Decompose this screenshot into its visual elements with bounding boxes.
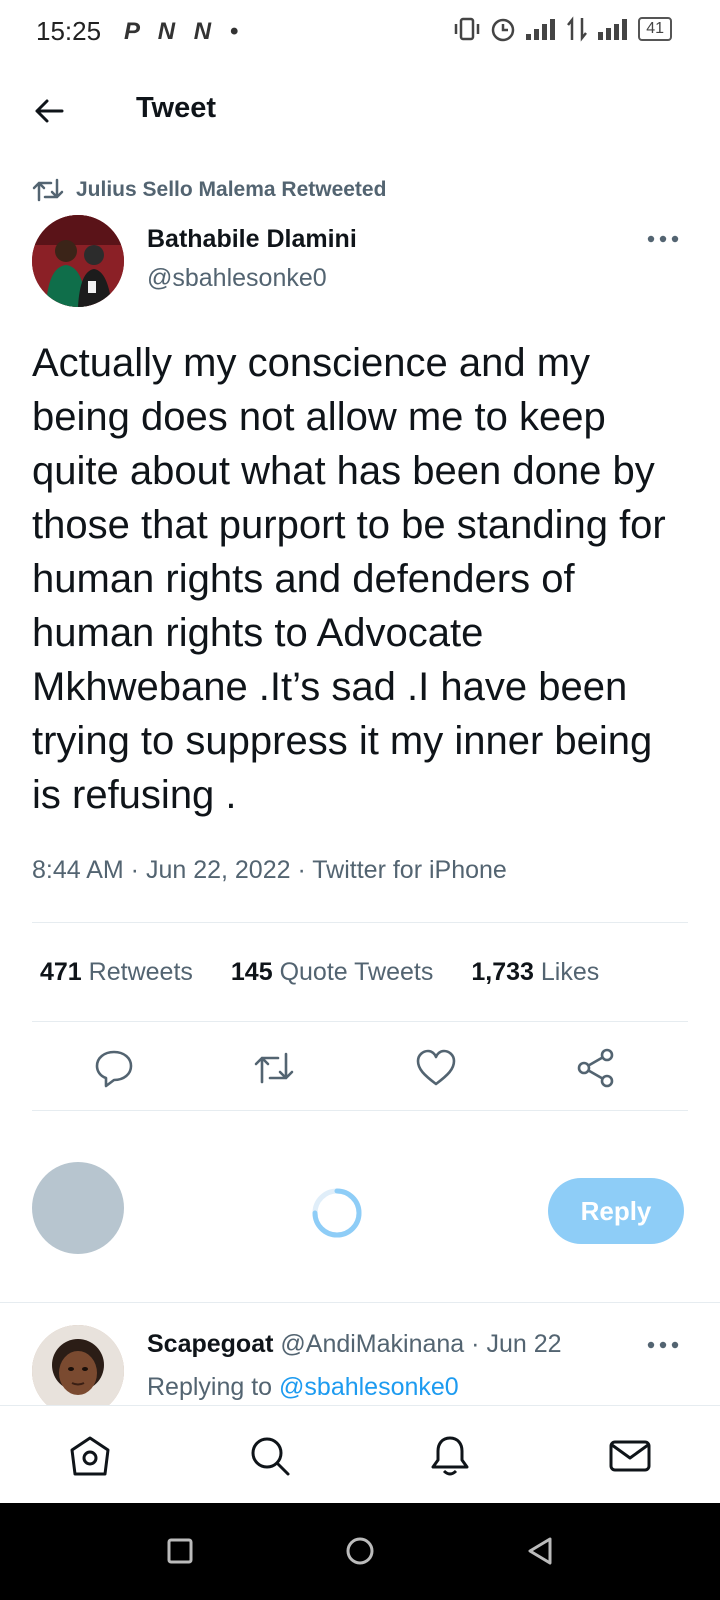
tweet-text: Actually my conscience and my being does… [32, 341, 666, 817]
recents-icon[interactable] [164, 1535, 196, 1567]
reply-date: · Jun 22 [471, 1330, 562, 1358]
author-photo [32, 215, 124, 307]
likes-label: Likes [540, 958, 600, 986]
replying-to-label: Replying to [147, 1373, 273, 1401]
reply-author-name[interactable]: Scapegoat [147, 1330, 273, 1358]
replying-to: Replying to @sbahlesonke0 [147, 1373, 459, 1402]
divider [32, 1021, 688, 1022]
quote-tweets-count: 145 [230, 958, 273, 986]
battery-icon: 41 [638, 17, 672, 41]
page-title: Tweet [136, 92, 217, 124]
replying-to-link[interactable]: @sbahlesonke0 [279, 1373, 459, 1401]
retweeted-by-label: Julius Sello Malema Retweeted [76, 178, 387, 201]
status-bar: 15:25 P N N • 41 [0, 0, 720, 66]
share-icon[interactable] [574, 1046, 618, 1090]
status-time: 15:25 [36, 16, 102, 46]
divider [0, 1302, 720, 1303]
search-icon[interactable] [248, 1434, 292, 1478]
user-avatar[interactable] [32, 1162, 124, 1254]
reply-author-handle[interactable]: @AndiMakinana [280, 1330, 464, 1358]
quote-tweets-stat[interactable]: 145 Quote Tweets [231, 958, 433, 987]
data-transfer-icon [567, 16, 588, 42]
retweets-count: 471 [40, 958, 82, 986]
reply-header: Scapegoat @AndiMakinana · Jun 22 [147, 1330, 562, 1359]
back-button-icon[interactable] [524, 1535, 556, 1567]
messages-icon[interactable] [608, 1434, 652, 1478]
home-icon[interactable] [68, 1434, 112, 1478]
quote-tweets-label: Quote Tweets [279, 958, 434, 986]
signal-icon [526, 19, 556, 40]
signal-2-icon [598, 19, 628, 40]
system-nav-bar [0, 1503, 720, 1600]
reply-icon[interactable] [92, 1046, 136, 1090]
notifications-icon[interactable] [428, 1434, 472, 1478]
author-handle[interactable]: @sbahlesonke0 [147, 264, 327, 293]
retweets-label: Retweets [88, 958, 193, 986]
more-options-icon[interactable] [646, 232, 680, 246]
notification-icons: P N N • [124, 18, 245, 45]
alarm-icon [491, 18, 515, 42]
divider [32, 922, 688, 923]
reply-button[interactable]: Reply [548, 1178, 684, 1244]
reply-author-avatar[interactable] [32, 1325, 124, 1417]
retweet-action-icon[interactable] [252, 1046, 296, 1090]
retweeted-by[interactable]: Julius Sello Malema Retweeted [32, 174, 386, 206]
likes-stat[interactable]: 1,733 Likes [471, 958, 599, 987]
retweets-stat[interactable]: 471 Retweets [40, 958, 193, 987]
home-button-icon[interactable] [344, 1535, 376, 1567]
tweet-timestamp: 8:44 AM · Jun 22, 2022 · Twitter for iPh… [32, 856, 507, 884]
divider [32, 1110, 688, 1111]
retweet-icon [32, 178, 64, 202]
header: Tweet [0, 70, 720, 156]
status-icons: 41 [452, 16, 672, 42]
vibrate-icon [454, 17, 480, 41]
like-icon[interactable] [414, 1046, 458, 1090]
likes-count: 1,733 [471, 958, 534, 986]
tweet-actions [32, 1040, 688, 1100]
author-name[interactable]: Bathabile Dlamini [147, 225, 357, 254]
loading-spinner-icon [312, 1188, 362, 1238]
tweet-stats: 471 Retweets 145 Quote Tweets 1,733 Like… [40, 958, 599, 987]
bottom-nav [0, 1405, 720, 1503]
author-avatar[interactable] [32, 215, 124, 307]
back-arrow-icon[interactable] [32, 94, 66, 128]
reply-author-photo [32, 1325, 124, 1417]
reply-more-options-icon[interactable] [646, 1338, 680, 1352]
